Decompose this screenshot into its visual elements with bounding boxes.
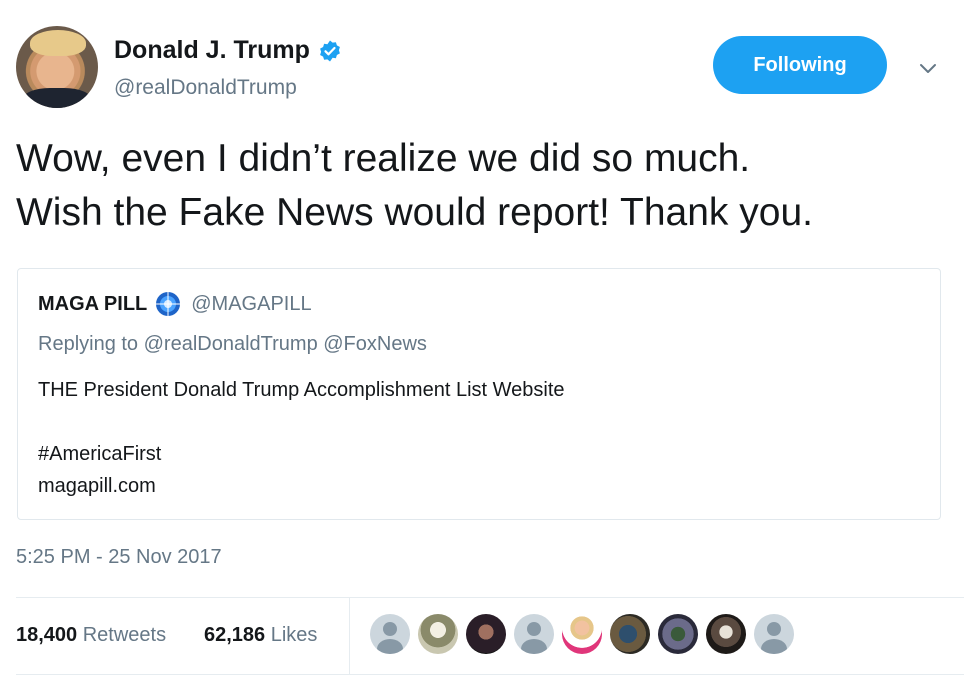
quoted-hashtag[interactable]: #AmericaFirst — [38, 443, 161, 466]
liker-avatar[interactable] — [658, 614, 698, 654]
retweets-stat[interactable]: 18,400 Retweets — [16, 624, 166, 647]
likes-stat[interactable]: 62,186 Likes — [204, 624, 317, 647]
quoted-link[interactable]: magapill.com — [38, 475, 156, 498]
quoted-display-name: MAGA PILL — [38, 292, 148, 315]
tweet-text-line: Wish the Fake News would report! Thank y… — [16, 191, 813, 234]
author-name-row: Donald J. Trump — [114, 36, 342, 65]
tweet-text: Wow, even I didn’t realize we did so muc… — [16, 132, 964, 240]
retweets-label: Retweets — [82, 624, 167, 646]
stats-separator — [349, 598, 350, 674]
liker-avatar[interactable] — [706, 614, 746, 654]
q-pill-icon — [155, 291, 182, 317]
replying-to-line: Replying to @realDonaldTrump @FoxNews — [38, 333, 427, 355]
quoted-handle: @MAGAPILL — [191, 292, 312, 315]
author-handle[interactable]: @realDonaldTrump — [114, 76, 297, 100]
tweet-stats: 18,400 Retweets 62,186 Likes — [16, 598, 964, 674]
likes-count: 62,186 — [204, 624, 266, 646]
quoted-author-row: MAGA PILL @MAGAPILL — [38, 291, 312, 317]
liker-avatar[interactable] — [754, 614, 794, 654]
tweet-header: Donald J. Trump @realDonaldTrump Followi… — [16, 26, 964, 110]
liker-avatar[interactable] — [514, 614, 554, 654]
liker-avatar[interactable] — [418, 614, 458, 654]
avatar-hair — [30, 30, 86, 56]
tweet-timestamp[interactable]: 5:25 PM - 25 Nov 2017 — [16, 546, 222, 569]
author-avatar[interactable] — [16, 26, 98, 108]
quoted-tweet-card[interactable]: MAGA PILL @MAGAPILL Replying to @realDon… — [17, 268, 941, 520]
divider — [16, 674, 964, 675]
verified-badge-icon — [319, 40, 340, 61]
tweet-text-line: Wow, even I didn’t realize we did so muc… — [16, 137, 751, 180]
retweets-count: 18,400 — [16, 624, 78, 646]
author-display-name[interactable]: Donald J. Trump — [114, 36, 310, 65]
liker-avatar[interactable] — [466, 614, 506, 654]
likes-label: Likes — [270, 624, 318, 646]
following-button[interactable]: Following — [713, 36, 887, 94]
liker-avatar[interactable] — [610, 614, 650, 654]
liker-avatar[interactable] — [562, 614, 602, 654]
quoted-text-line: THE President Donald Trump Accomplishmen… — [38, 379, 565, 401]
liker-avatars — [370, 614, 802, 654]
liker-avatar[interactable] — [370, 614, 410, 654]
chevron-down-icon[interactable] — [916, 56, 940, 80]
avatar-suit — [22, 88, 92, 108]
